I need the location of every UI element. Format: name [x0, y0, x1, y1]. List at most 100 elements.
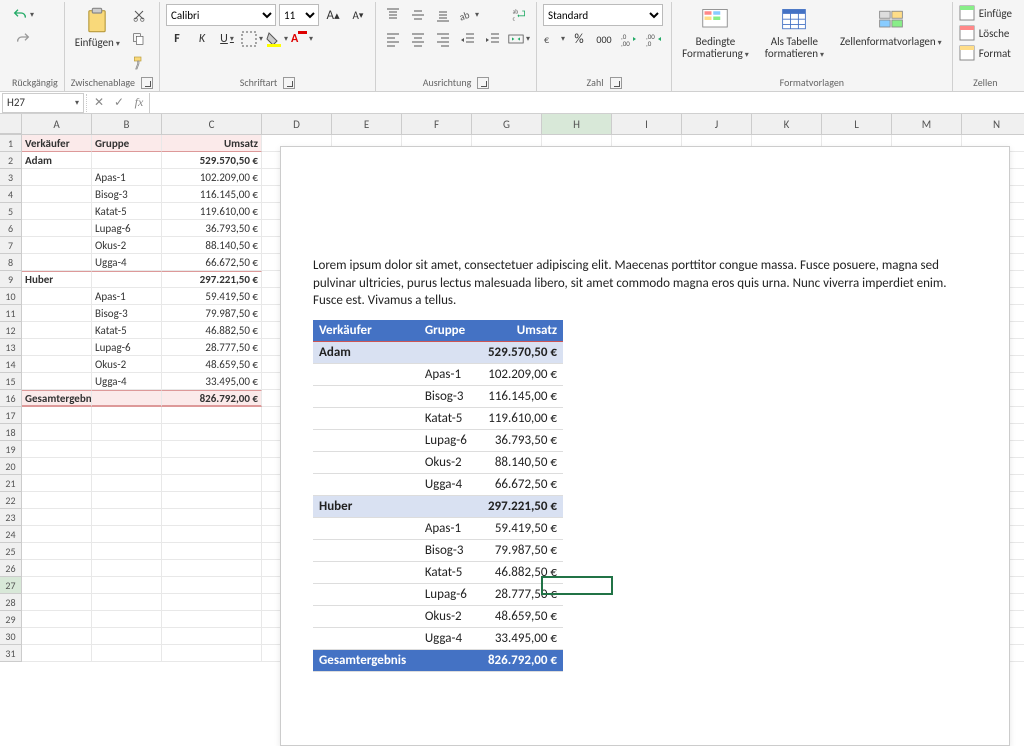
col-header-I[interactable]: I: [612, 114, 682, 134]
row-header-14[interactable]: 14: [0, 356, 22, 373]
merge-button[interactable]: ▾: [508, 28, 530, 50]
cell-A20[interactable]: [22, 458, 92, 475]
cell-styles-button[interactable]: Zellenformatvorlagen▾: [836, 4, 946, 50]
cell-A3[interactable]: [22, 169, 92, 186]
increase-font-button[interactable]: A▴: [322, 4, 344, 26]
cell-A13[interactable]: [22, 339, 92, 356]
row-header-7[interactable]: 7: [0, 237, 22, 254]
cell-B5[interactable]: Katat-5: [92, 203, 162, 220]
row-header-18[interactable]: 18: [0, 424, 22, 441]
embedded-document[interactable]: Lorem ipsum dolor sit amet, consectetuer…: [280, 146, 1010, 746]
cell-C13[interactable]: 28.777,50 €: [162, 339, 262, 356]
cell-C22[interactable]: [162, 492, 262, 509]
cell-C6[interactable]: 36.793,50 €: [162, 220, 262, 237]
col-header-F[interactable]: F: [402, 114, 472, 134]
row-header-22[interactable]: 22: [0, 492, 22, 509]
font-size-select[interactable]: 11: [279, 4, 319, 26]
cell-A2[interactable]: Adam: [22, 152, 92, 169]
cell-C31[interactable]: [162, 645, 262, 662]
thousands-button[interactable]: 000: [593, 28, 615, 50]
italic-button[interactable]: K: [191, 28, 213, 50]
cell-A9[interactable]: Huber: [22, 271, 92, 288]
cell-A25[interactable]: [22, 543, 92, 560]
cell-B18[interactable]: [92, 424, 162, 441]
fx-button[interactable]: fx: [129, 93, 149, 113]
cell-C30[interactable]: [162, 628, 262, 645]
cell-B11[interactable]: Bisog-3: [92, 305, 162, 322]
underline-button[interactable]: U▾: [216, 28, 238, 50]
row-header-28[interactable]: 28: [0, 594, 22, 611]
col-header-N[interactable]: N: [962, 114, 1024, 134]
increase-decimal-button[interactable]: ,0,00: [618, 28, 640, 50]
row-header-26[interactable]: 26: [0, 560, 22, 577]
cell-A12[interactable]: [22, 322, 92, 339]
cell-A21[interactable]: [22, 475, 92, 492]
cell-C24[interactable]: [162, 526, 262, 543]
row-header-13[interactable]: 13: [0, 339, 22, 356]
cell-B20[interactable]: [92, 458, 162, 475]
row-header-2[interactable]: 2: [0, 152, 22, 169]
fill-color-button[interactable]: ▾: [266, 28, 288, 50]
row-header-1[interactable]: 1: [0, 135, 22, 152]
cell-C26[interactable]: [162, 560, 262, 577]
font-name-select[interactable]: Calibri: [166, 4, 276, 26]
cell-A18[interactable]: [22, 424, 92, 441]
currency-button[interactable]: €▾: [543, 28, 565, 50]
alignment-dialog-launcher[interactable]: [477, 77, 489, 89]
cell-B21[interactable]: [92, 475, 162, 492]
cell-B24[interactable]: [92, 526, 162, 543]
col-header-J[interactable]: J: [682, 114, 752, 134]
row-header-24[interactable]: 24: [0, 526, 22, 543]
col-header-G[interactable]: G: [472, 114, 542, 134]
row-header-10[interactable]: 10: [0, 288, 22, 305]
cell-B15[interactable]: Ugga-4: [92, 373, 162, 390]
cell-A22[interactable]: [22, 492, 92, 509]
cell-C11[interactable]: 79.987,50 €: [162, 305, 262, 322]
col-header-L[interactable]: L: [822, 114, 892, 134]
cell-C17[interactable]: [162, 407, 262, 424]
copy-button[interactable]: [128, 28, 150, 50]
cell-A15[interactable]: [22, 373, 92, 390]
cell-B17[interactable]: [92, 407, 162, 424]
row-header-12[interactable]: 12: [0, 322, 22, 339]
cell-C23[interactable]: [162, 509, 262, 526]
cell-B3[interactable]: Apas-1: [92, 169, 162, 186]
row-header-23[interactable]: 23: [0, 509, 22, 526]
row-header-31[interactable]: 31: [0, 645, 22, 662]
cell-C10[interactable]: 59.419,50 €: [162, 288, 262, 305]
name-box[interactable]: H27▾: [2, 93, 84, 113]
cell-A10[interactable]: [22, 288, 92, 305]
cell-C5[interactable]: 119.610,00 €: [162, 203, 262, 220]
cell-C4[interactable]: 116.145,00 €: [162, 186, 262, 203]
number-dialog-launcher[interactable]: [610, 77, 622, 89]
cancel-formula-button[interactable]: ✕: [89, 93, 109, 113]
row-header-16[interactable]: 16: [0, 390, 22, 407]
cell-A19[interactable]: [22, 441, 92, 458]
cell-B31[interactable]: [92, 645, 162, 662]
cell-C18[interactable]: [162, 424, 262, 441]
cell-B7[interactable]: Okus-2: [92, 237, 162, 254]
row-header-9[interactable]: 9: [0, 271, 22, 288]
cell-A27[interactable]: [22, 577, 92, 594]
align-top-button[interactable]: [382, 4, 404, 26]
row-header-6[interactable]: 6: [0, 220, 22, 237]
orientation-button[interactable]: ab▾: [457, 4, 479, 26]
align-middle-button[interactable]: [407, 4, 429, 26]
cell-A24[interactable]: [22, 526, 92, 543]
cell-B8[interactable]: Ugga-4: [92, 254, 162, 271]
cell-C20[interactable]: [162, 458, 262, 475]
cell-A4[interactable]: [22, 186, 92, 203]
cell-B27[interactable]: [92, 577, 162, 594]
cell-H27[interactable]: [542, 577, 612, 594]
cell-B14[interactable]: Okus-2: [92, 356, 162, 373]
row-header-29[interactable]: 29: [0, 611, 22, 628]
cell-A7[interactable]: [22, 237, 92, 254]
formula-input[interactable]: [149, 93, 1024, 113]
cell-B12[interactable]: Katat-5: [92, 322, 162, 339]
conditional-formatting-button[interactable]: Bedingte Formatierung▾: [678, 4, 753, 62]
font-color-button[interactable]: A▾: [291, 28, 313, 50]
col-header-H[interactable]: H: [542, 114, 612, 134]
cell-B13[interactable]: Lupag-6: [92, 339, 162, 356]
cell-A29[interactable]: [22, 611, 92, 628]
cell-A30[interactable]: [22, 628, 92, 645]
